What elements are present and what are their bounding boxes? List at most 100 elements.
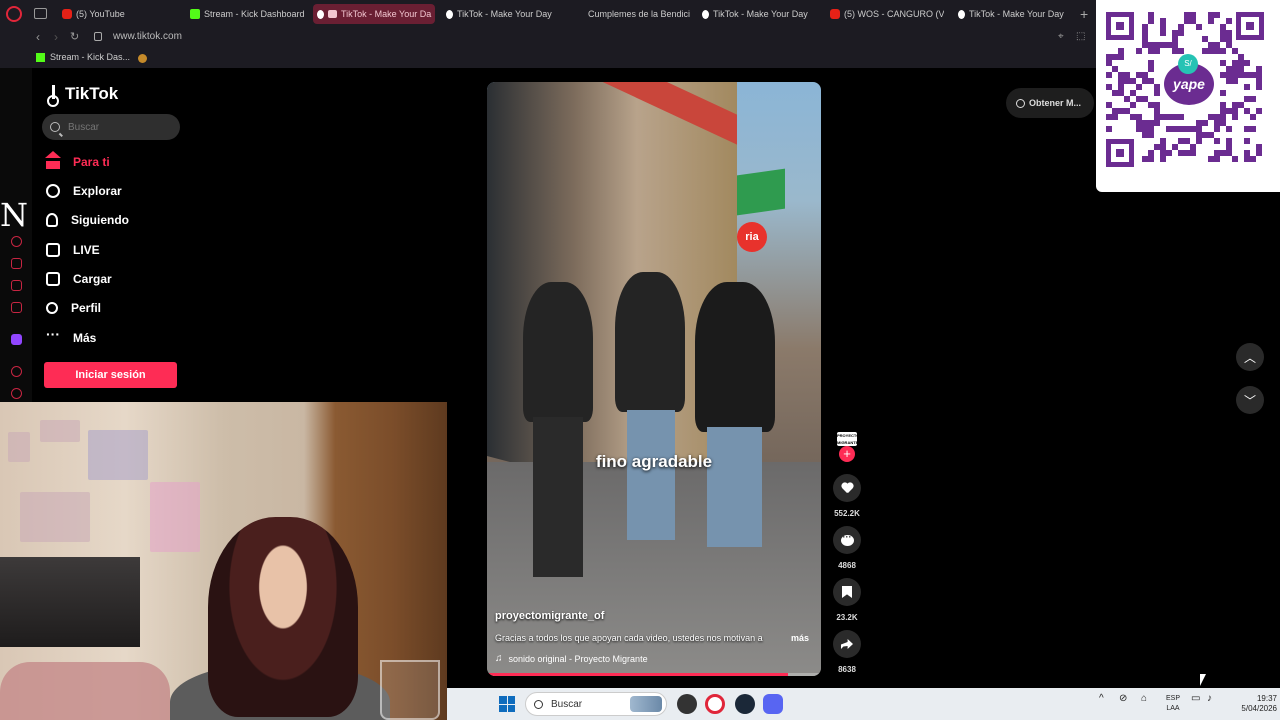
steam-icon[interactable]: [735, 694, 755, 714]
login-button[interactable]: Iniciar sesión: [44, 362, 177, 388]
tab-tiktok[interactable]: TikTok - Make Your Day: [698, 4, 822, 24]
new-tab-icon[interactable]: +: [1080, 6, 1088, 22]
microphone-icon[interactable]: ⌂: [1141, 694, 1147, 704]
qr-module: [1142, 126, 1148, 132]
tab-youtube-wos[interactable]: (5) WOS - CANGURO (Vid: [826, 4, 944, 24]
forward-icon[interactable]: ›: [54, 30, 58, 44]
tab-label: TikTok - Make Your Da: [341, 9, 432, 19]
tab-tiktok[interactable]: TikTok - Make Your Day: [954, 4, 1078, 24]
nav-explore[interactable]: Explorar: [46, 180, 122, 202]
creator-avatar[interactable]: PROYECTO MIGRANTE: [837, 432, 859, 446]
qr-module: [1142, 132, 1148, 138]
back-icon[interactable]: ‹: [36, 30, 40, 44]
url-field[interactable]: www.tiktok.com: [113, 31, 182, 42]
qr-module: [1136, 48, 1142, 54]
qr-module: [1154, 144, 1160, 150]
taskbar-clock[interactable]: 19:37 5/04/2026: [1233, 694, 1277, 714]
weather-widget-icon[interactable]: [630, 696, 662, 712]
share-button[interactable]: [833, 630, 861, 658]
qr-module: [1226, 66, 1232, 72]
qr-module: [1244, 156, 1250, 162]
nav-live[interactable]: LIVE: [46, 239, 100, 261]
network-off-icon[interactable]: ⊘: [1119, 694, 1127, 704]
nav-for-you[interactable]: Para ti: [45, 151, 110, 173]
discord-icon[interactable]: [763, 694, 783, 714]
kick-icon: [190, 9, 200, 19]
wallet-icon[interactable]: [11, 280, 22, 291]
qr-module: [1250, 114, 1256, 120]
snapshot-icon[interactable]: ⬚: [1076, 31, 1085, 42]
nav-more[interactable]: ··· Más: [46, 327, 96, 349]
previous-video-button[interactable]: ︿: [1236, 343, 1264, 371]
clock-icon[interactable]: [11, 388, 22, 399]
bookmark-kick[interactable]: Stream - Kick Das...: [36, 52, 130, 62]
tab-youtube[interactable]: (5) YouTube: [58, 4, 182, 24]
like-button[interactable]: [833, 474, 861, 502]
extension-icon[interactable]: [11, 258, 22, 269]
qr-module: [1172, 48, 1178, 54]
lock-icon[interactable]: [94, 32, 102, 41]
tab-tiktok[interactable]: TikTok - Make Your Day: [442, 4, 566, 24]
qr-module: [1172, 42, 1178, 48]
qr-module: [1178, 126, 1184, 132]
tab-overview-icon[interactable]: [34, 8, 47, 19]
nav-profile[interactable]: Perfil: [46, 297, 101, 319]
tab-label: Stream - Kick Dashboard: [204, 9, 305, 19]
history-icon[interactable]: [11, 236, 22, 247]
video-person-left: [523, 282, 593, 422]
nav-upload[interactable]: Cargar: [46, 268, 112, 290]
search-box[interactable]: [42, 114, 180, 140]
lang-bottom: LAA: [1166, 705, 1180, 712]
twitch-icon[interactable]: [11, 334, 22, 345]
display-icon[interactable]: ▭: [1191, 694, 1200, 704]
video-sound[interactable]: ♫ sonido original - Proyecto Migrante: [495, 653, 648, 664]
qr-module: [1124, 96, 1130, 102]
comment-button[interactable]: [833, 526, 861, 554]
volume-icon[interactable]: ♪: [1207, 694, 1212, 704]
qr-module: [1250, 72, 1256, 78]
upload-icon: [46, 272, 60, 286]
nav-following[interactable]: Siguiendo: [46, 209, 129, 231]
tab-tiktok-active[interactable]: TikTok - Make Your Da: [313, 4, 435, 24]
get-app-button[interactable]: Obtener M...: [1006, 88, 1094, 118]
opera-logo-icon[interactable]: [6, 6, 22, 22]
like-count: 552.2K: [834, 509, 860, 518]
tiktok-icon: [958, 9, 965, 19]
qr-module: [1190, 18, 1196, 24]
qr-module: [1178, 114, 1184, 120]
more-link[interactable]: más: [791, 633, 809, 643]
tiktok-logo[interactable]: TikTok: [47, 84, 118, 107]
speaker-icon[interactable]: [328, 10, 337, 18]
qr-module: [1208, 42, 1214, 48]
tab-cumplemes[interactable]: Cumplemes de la Bendici: [570, 4, 690, 24]
qr-module: [1148, 48, 1154, 54]
qr-module: [1154, 84, 1160, 90]
video-progress-bar[interactable]: [487, 673, 821, 676]
qr-module: [1244, 138, 1250, 144]
qr-module: [1214, 126, 1220, 132]
video-username[interactable]: proyectomigrante_of: [495, 610, 604, 622]
pin-icon[interactable]: ⌖: [1058, 31, 1064, 42]
qr-module: [1190, 150, 1196, 156]
windows-start-icon[interactable]: [499, 696, 515, 712]
taskbar-search[interactable]: Buscar: [525, 692, 667, 716]
reload-icon[interactable]: ↻: [70, 30, 79, 43]
follow-plus-icon[interactable]: +: [839, 446, 855, 462]
video-player[interactable]: ria fino agradable proyectomigrante_of G…: [487, 82, 821, 676]
clock-time: 19:37: [1256, 694, 1277, 703]
qr-module: [1160, 30, 1166, 36]
bookmark-favicon-icon[interactable]: [138, 54, 147, 63]
save-button[interactable]: [833, 578, 861, 606]
language-indicator[interactable]: ESP LAA: [1163, 694, 1183, 714]
opera-icon[interactable]: [705, 694, 725, 714]
obs-icon[interactable]: [677, 694, 697, 714]
qr-module: [1250, 96, 1256, 102]
qr-module: [1142, 78, 1148, 84]
tray-chevron-icon[interactable]: ^: [1099, 694, 1104, 704]
qr-module: [1232, 66, 1238, 72]
tab-kick-dashboard[interactable]: Stream - Kick Dashboard: [186, 4, 310, 24]
search-input[interactable]: [68, 121, 168, 133]
player-icon[interactable]: [11, 302, 22, 313]
settings-icon[interactable]: [11, 366, 22, 377]
next-video-button[interactable]: ﹀: [1236, 386, 1264, 414]
